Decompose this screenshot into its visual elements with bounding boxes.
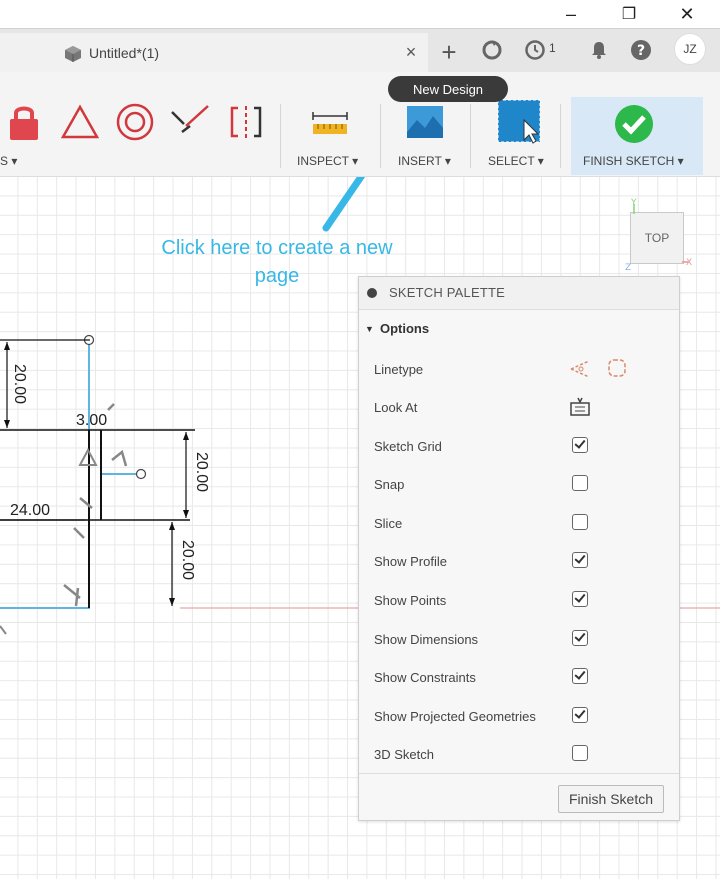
option-row-show-points: Show Points	[359, 585, 679, 615]
document-tab[interactable]: Untitled*(1) ×	[0, 33, 428, 73]
toolbar-separator	[380, 104, 381, 168]
clock-icon	[525, 40, 545, 60]
svg-text:?: ?	[637, 43, 645, 59]
toolbar-separator	[560, 104, 561, 168]
lock-icon[interactable]	[4, 102, 44, 142]
axis-x-label: X	[686, 258, 692, 268]
option-row-3d-sketch: 3D Sketch	[359, 739, 679, 769]
sketch-palette-title: SKETCH PALETTE	[389, 285, 505, 300]
job-count: 1	[549, 41, 556, 55]
sketch-grid-checkbox[interactable]	[572, 437, 588, 453]
option-label: Show Profile	[374, 554, 447, 569]
ribbon-toolbar: S ▾ INSPECT ▾ INSERT ▾ SELECT ▾ FINISH S…	[0, 72, 720, 177]
checkmark-icon[interactable]	[614, 104, 654, 144]
select-icon[interactable]	[496, 98, 544, 146]
axis-z-label: Z	[625, 263, 631, 273]
help-icon: ?	[631, 40, 651, 60]
inspect-menu[interactable]: INSPECT ▾	[297, 154, 358, 168]
insert-image-icon[interactable]	[405, 102, 445, 142]
option-row-slice: Slice	[359, 508, 679, 538]
options-section-title[interactable]: Options	[380, 321, 429, 336]
option-label: 3D Sketch	[374, 747, 434, 762]
minimize-button[interactable]: –	[548, 0, 594, 28]
toolbar-separator	[280, 104, 281, 168]
axis-y-label: Y	[630, 198, 637, 208]
option-label: Look At	[374, 400, 418, 415]
slice-checkbox[interactable]	[572, 514, 588, 530]
bell-icon	[592, 42, 606, 59]
option-row-linetype: Linetype	[359, 354, 679, 384]
new-tab-button[interactable]: +	[432, 33, 466, 71]
sketch-palette: SKETCH PALETTE ▼ Options Linetype Look A…	[358, 276, 680, 821]
option-row-sketch-grid: Sketch Grid	[359, 431, 679, 461]
option-label: Linetype	[374, 362, 424, 377]
option-label: Show Projected Geometries	[374, 709, 536, 724]
concentric-icon[interactable]	[115, 102, 155, 142]
constraints-menu[interactable]: S ▾	[0, 154, 17, 168]
select-menu[interactable]: SELECT ▾	[488, 154, 544, 168]
dimension-label[interactable]: 20.00	[10, 364, 28, 404]
finish-sketch-button[interactable]: Finish Sketch	[558, 785, 664, 813]
help-button[interactable]: ?	[628, 37, 654, 63]
finish-sketch-menu[interactable]: FINISH SKETCH ▾	[583, 154, 684, 168]
construction-linetype-icon[interactable]	[569, 357, 593, 379]
restore-button[interactable]: ❐	[606, 0, 652, 28]
dimension-label[interactable]: 3.00	[76, 412, 107, 430]
measure-icon[interactable]	[310, 102, 350, 142]
tab-close-button[interactable]: ×	[402, 42, 420, 63]
option-row-show-profile: Show Profile	[359, 546, 679, 576]
option-label: Sketch Grid	[374, 439, 442, 454]
data-panel-icon[interactable]	[479, 37, 505, 63]
show-dimensions-checkbox[interactable]	[572, 630, 588, 646]
sketch-palette-header[interactable]: SKETCH PALETTE	[359, 277, 679, 310]
option-label: Show Points	[374, 593, 447, 608]
show-constraints-checkbox[interactable]	[572, 668, 588, 684]
centerline-linetype-icon[interactable]	[606, 357, 628, 379]
option-label: Slice	[374, 516, 403, 531]
show-profile-checkbox[interactable]	[572, 552, 588, 568]
symmetry-icon[interactable]	[226, 102, 266, 142]
new-design-tooltip: New Design	[388, 76, 508, 102]
triangle-icon[interactable]	[60, 102, 100, 142]
cube-icon	[65, 46, 81, 62]
toolbar-separator	[470, 104, 471, 168]
option-label: Show Constraints	[374, 670, 476, 685]
option-row-show-projected-geometries: Show Projected Geometries	[359, 701, 679, 731]
dimension-label[interactable]: 20.00	[192, 452, 210, 492]
dimension-label[interactable]: 24.00	[10, 502, 50, 520]
annotation-arrow-shaft	[322, 177, 366, 232]
job-status-icon[interactable]	[522, 37, 548, 63]
document-tab-title: Untitled*(1)	[89, 45, 160, 61]
look-at-icon[interactable]	[569, 397, 591, 417]
insert-menu[interactable]: INSERT ▾	[398, 154, 451, 168]
annotation-line-1: Click here to create a new	[161, 237, 393, 259]
palette-divider	[359, 773, 679, 774]
constraint-glyph	[63, 497, 93, 607]
midpoint-icon[interactable]	[170, 102, 210, 142]
options-caret-icon[interactable]: ▼	[365, 324, 374, 334]
sketch-point	[135, 468, 147, 480]
option-row-look-at: Look At	[359, 392, 679, 422]
user-avatar[interactable]: JZ	[674, 33, 706, 65]
tab-bar: Untitled*(1) × + 1 ?	[0, 28, 720, 73]
notifications-button[interactable]	[586, 37, 612, 63]
option-row-show-constraints: Show Constraints	[359, 662, 679, 692]
constraint-glyph	[107, 403, 128, 467]
view-cube-axes: Y X Z	[625, 198, 692, 273]
snap-checkbox[interactable]	[572, 475, 588, 491]
constraint-glyph	[0, 625, 7, 635]
option-row-snap: Snap	[359, 469, 679, 499]
option-label: Snap	[374, 477, 405, 492]
option-row-show-dimensions: Show Dimensions	[359, 624, 679, 654]
3d-sketch-checkbox[interactable]	[572, 745, 588, 761]
dimension-label[interactable]: 20.00	[178, 540, 196, 580]
option-label: Show Dimensions	[374, 632, 479, 647]
show-points-checkbox[interactable]	[572, 591, 588, 607]
window-close-button[interactable]: ✕	[664, 0, 710, 28]
show-projected-geometries-checkbox[interactable]	[572, 707, 588, 723]
refresh-icon	[482, 40, 502, 60]
collapse-icon[interactable]	[367, 288, 377, 298]
title-bar: – ❐ ✕	[0, 0, 720, 28]
